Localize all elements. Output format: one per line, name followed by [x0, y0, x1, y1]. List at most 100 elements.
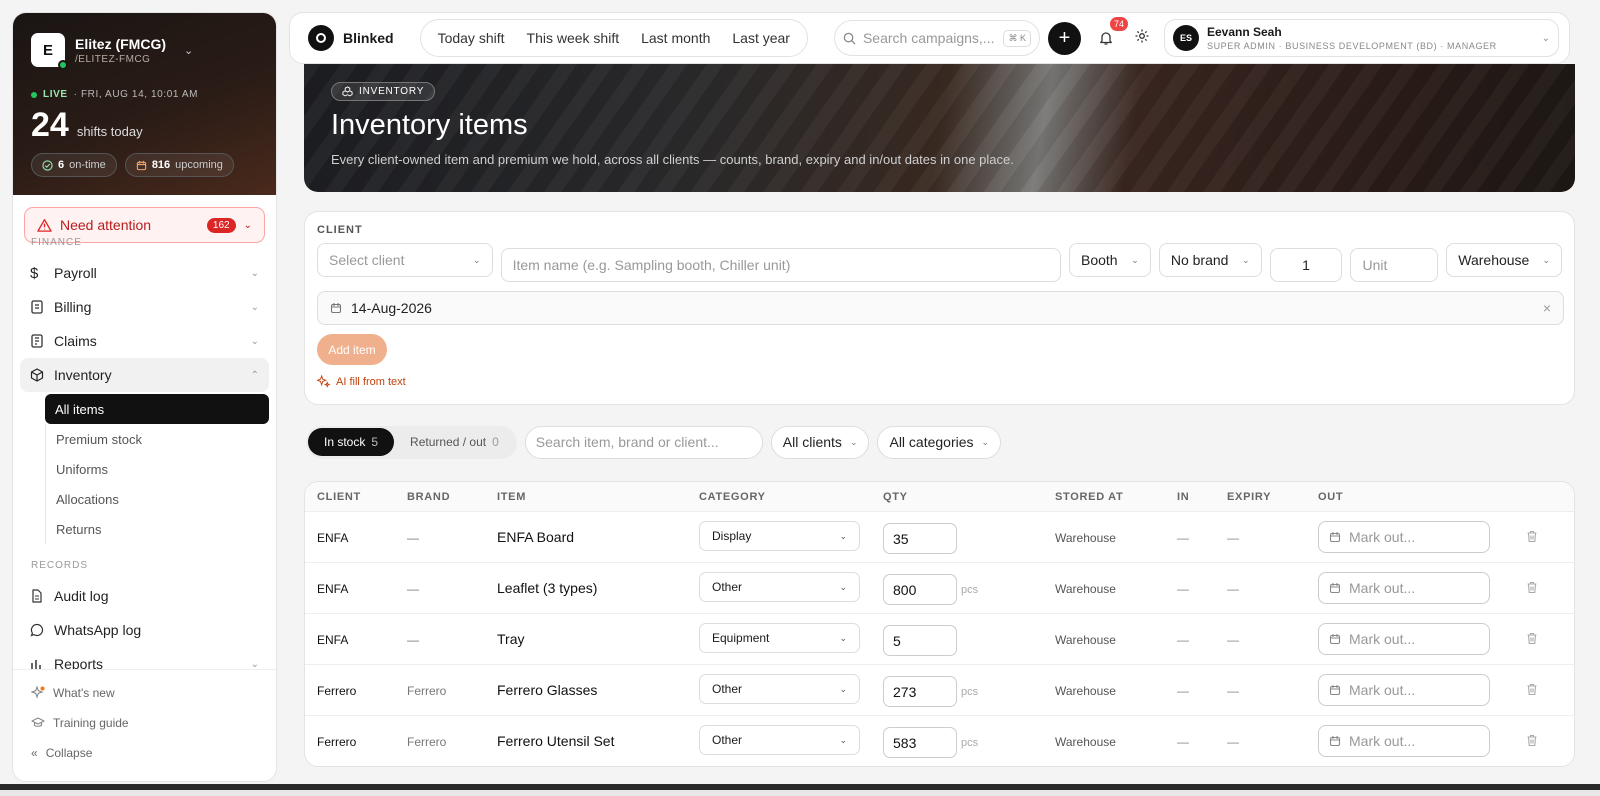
training-guide-link[interactable]: Training guide [13, 708, 276, 738]
mark-out-date-input[interactable]: Mark out... [1318, 572, 1490, 604]
mark-out-date-input[interactable]: Mark out... [1318, 521, 1490, 553]
unit-input[interactable]: Unit [1350, 248, 1439, 282]
column-header-in[interactable]: IN [1177, 491, 1189, 503]
sidebar-item-billing[interactable]: Billing ⌄ [20, 290, 269, 324]
mark-out-date-input[interactable]: Mark out... [1318, 725, 1490, 757]
sidebar-item-inventory[interactable]: Inventory ⌃ [20, 358, 269, 392]
brand-select[interactable]: No brand ⌄ [1158, 243, 1262, 277]
ai-fill-button[interactable]: AI fill from text [317, 375, 1562, 388]
trash-icon[interactable] [1526, 581, 1538, 597]
period-last-month[interactable]: Last month [630, 30, 721, 46]
settings-button[interactable] [1134, 28, 1150, 49]
category-select[interactable]: Other ⌄ [699, 725, 860, 755]
column-header-category[interactable]: CATEGORY [699, 491, 766, 503]
column-header-expiry[interactable]: EXPIRY [1227, 491, 1271, 503]
quantity-value: 800 [893, 581, 917, 598]
chevron-down-icon[interactable]: ⌄ [184, 44, 193, 57]
cell-in: — [1177, 531, 1189, 545]
table-header: CLIENT BRAND ITEM CATEGORY QTY STORED AT… [305, 482, 1574, 512]
trash-icon[interactable] [1526, 632, 1538, 648]
location-select[interactable]: Warehouse ⌄ [1446, 243, 1562, 277]
campaign-search-input[interactable]: Search campaigns,... ⌘ K [833, 20, 1040, 56]
cell-expiry: — [1227, 633, 1239, 647]
client-select-placeholder: Select client [329, 252, 405, 268]
sidebar-subitem-returns[interactable]: Returns [45, 514, 269, 544]
mark-out-date-input[interactable]: Mark out... [1318, 674, 1490, 706]
trash-icon[interactable] [1526, 530, 1538, 546]
trash-icon[interactable] [1526, 683, 1538, 699]
sidebar-subitem-allocations[interactable]: Allocations [45, 484, 269, 514]
collapse-label: Collapse [45, 746, 93, 760]
table-row: ENFA — Tray Equipment ⌄ 5 Warehouse — — Mark out.… [305, 614, 1574, 665]
clients-filter[interactable]: All clients ⌄ [770, 425, 870, 459]
cell-client: ENFA [317, 582, 349, 596]
quantity-input[interactable]: 1 [1269, 248, 1343, 282]
sidebar-item-claims[interactable]: Claims ⌄ [20, 324, 269, 358]
chevron-up-icon: ⌃ [250, 369, 259, 381]
cell-in: — [1177, 684, 1189, 698]
client-select[interactable]: Select client ⌄ [317, 243, 493, 277]
categories-filter[interactable]: All categories ⌄ [877, 425, 1002, 459]
sidebar-subitem-uniforms[interactable]: Uniforms [45, 454, 269, 484]
tab-count: 5 [371, 435, 379, 449]
cell-item: Ferrero Glasses [497, 682, 598, 698]
quantity-input[interactable]: 273 [883, 676, 957, 707]
column-header-stored-at[interactable]: STORED AT [1055, 491, 1123, 503]
period-today-shift[interactable]: Today shift [427, 30, 516, 46]
column-header-brand[interactable]: BRAND [407, 491, 450, 503]
upcoming-pill[interactable]: 816 upcoming [124, 153, 234, 177]
trash-icon[interactable] [1526, 734, 1538, 750]
item-name-input[interactable]: Item name (e.g. Sampling booth, Chiller … [500, 248, 1061, 282]
table-row: Ferrero Ferrero Ferrero Utensil Set Other ⌄ 5… [305, 716, 1574, 766]
live-label: LIVE [43, 89, 68, 100]
chevron-down-icon: ⌄ [981, 436, 990, 447]
category-value: Other [712, 580, 743, 594]
quantity-input[interactable]: 35 [883, 523, 957, 554]
period-this-week-shift[interactable]: This week shift [516, 30, 631, 46]
org-switcher[interactable]: E Elitez (FMCG) /ELITEZ-FMCG ⌄ [31, 33, 258, 70]
category-select[interactable]: Other ⌄ [699, 572, 860, 602]
sidebar-item-label: Audit log [54, 588, 109, 604]
quantity-input[interactable]: 583 [883, 727, 957, 758]
cell-in: — [1177, 582, 1189, 596]
chat-bubble-icon [30, 623, 44, 637]
cell-expiry: — [1227, 684, 1239, 698]
top-bar: Blinked Today shift This week shift Last… [289, 12, 1570, 64]
dollar-icon: $ [30, 264, 39, 282]
chevron-down-icon: ⌄ [250, 658, 259, 670]
add-item-button[interactable]: Add item [317, 334, 387, 365]
category-select[interactable]: Other ⌄ [699, 674, 860, 704]
category-select[interactable]: Equipment ⌄ [699, 623, 860, 653]
column-header-qty[interactable]: QTY [883, 491, 908, 503]
period-last-year[interactable]: Last year [721, 30, 801, 46]
sidebar-subitem-premium-stock[interactable]: Premium stock [45, 424, 269, 454]
whats-new-link[interactable]: What's new [13, 678, 276, 708]
user-menu[interactable]: ES Eevann Seah SUPER ADMIN · BUSINESS DE… [1163, 19, 1559, 57]
column-header-out[interactable]: OUT [1318, 491, 1343, 503]
sidebar-item-audit-log[interactable]: Audit log [20, 579, 269, 613]
brand[interactable]: Blinked [308, 25, 394, 51]
sidebar-item-whatsapp-log[interactable]: WhatsApp log [20, 613, 269, 647]
sidebar-subitem-all-items[interactable]: All items [45, 394, 269, 424]
column-header-client[interactable]: CLIENT [317, 491, 361, 503]
quantity-input[interactable]: 5 [883, 625, 957, 656]
upcoming-count: 816 [151, 159, 171, 171]
tab-label: In stock [324, 435, 366, 449]
clear-date-icon[interactable]: × [1543, 300, 1551, 316]
sidebar-item-payroll[interactable]: $ Payroll ⌄ [20, 256, 269, 290]
item-search-input[interactable]: Search item, brand or client... [524, 425, 763, 459]
quantity-input[interactable]: 800 [883, 574, 957, 605]
collapse-sidebar-button[interactable]: « Collapse [13, 738, 276, 768]
page-title: Inventory items [331, 109, 528, 141]
date-input[interactable]: 14-Aug-2026 × [317, 291, 1564, 325]
item-search-placeholder: Search item, brand or client... [535, 434, 719, 450]
mark-out-date-input[interactable]: Mark out... [1318, 623, 1490, 655]
tab-returned-out[interactable]: Returned / out 0 [394, 428, 515, 456]
column-header-item[interactable]: ITEM [497, 491, 526, 503]
notifications-button[interactable]: 74 [1096, 17, 1128, 48]
category-select[interactable]: Display ⌄ [699, 521, 860, 551]
tab-in-stock[interactable]: In stock 5 [308, 428, 395, 456]
ontime-pill[interactable]: 6 on-time [31, 153, 117, 177]
add-button[interactable]: + [1047, 21, 1081, 55]
category-select[interactable]: Booth ⌄ [1069, 243, 1151, 277]
